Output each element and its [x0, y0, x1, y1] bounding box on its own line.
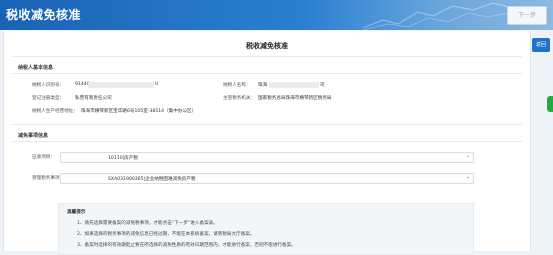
- side-tab[interactable]: [547, 96, 553, 112]
- divider: [12, 73, 522, 74]
- tip-item: 2、如果选择的税务事项的减免信息已经过期，不能在本系统备案，请到税局大厅备案。: [77, 232, 255, 237]
- address-label: 纳税人生产经营地址：: [32, 109, 78, 114]
- chevron-down-icon: ⌄: [465, 174, 470, 180]
- divider: [12, 141, 522, 142]
- redacted-mask: [269, 82, 319, 88]
- tax-item-selected: 10110|房产税: [108, 155, 138, 161]
- taxpayer-name-suffix: 司: [320, 83, 325, 88]
- reg-type-label: 登记注册类型：: [32, 96, 65, 101]
- tip-item: 3、备案时选择的有效期起止要在所选择的减免性质的有效日期范围内，才能进行备案，否…: [77, 243, 296, 248]
- chevron-down-icon: ⌄: [465, 153, 470, 159]
- tip-item: 1、请先选择需要备案的减免税事项，才能点击“下一步”进入备案表。: [77, 221, 218, 226]
- redacted-mask: [88, 82, 154, 88]
- taxpayer-name-label: 纳税人名称：: [223, 83, 251, 88]
- divider: [12, 124, 522, 125]
- back-button[interactable]: 返回: [532, 38, 550, 52]
- taxpayer-name-prefix: 珠海: [258, 83, 268, 88]
- great-wall-decoration: [363, 2, 513, 30]
- basic-info-section-title: 纳税人基本信息: [18, 65, 54, 71]
- tax-item-select[interactable]: 10110|房产税 ⌄: [60, 152, 474, 163]
- main-panel: 税收减免核准 纳税人基本信息 纳税人识别号： 91440 U 纳税人名称： 珠海…: [3, 31, 531, 255]
- taxpayer-id-label: 纳税人识别号：: [32, 83, 65, 88]
- reduction-info-section-title: 减免事项信息: [18, 133, 49, 139]
- tax-item-label: 征收项目：: [32, 155, 55, 160]
- next-step-button[interactable]: 下一步: [507, 6, 547, 25]
- tips-title: 温馨提示: [67, 210, 86, 215]
- authority-value: 国家税务总局珠海市横琴新区税务局: [258, 96, 332, 101]
- taxpayer-id-suffix: U: [155, 82, 159, 87]
- app-header: 税收减免核准 下一步: [0, 0, 553, 30]
- authority-label: 主管税务机关：: [223, 96, 256, 101]
- tips-box: 温馨提示 1、请先选择需要备案的减免税事项，才能点击“下一步”进入备案表。 2、…: [58, 203, 474, 255]
- reg-type-value: 私营有限责任公司: [75, 96, 112, 101]
- page-title: 税收减免核准: [246, 42, 288, 50]
- matter-selected: SXA031900365|企业纳税困难减免房产税: [108, 176, 196, 182]
- matter-select[interactable]: SXA031900365|企业纳税困难减免房产税 ⌄: [60, 173, 474, 184]
- address-value: 珠海市横琴新区宝华路6号105室-38514（集中办公区）: [81, 109, 197, 114]
- divider: [12, 56, 522, 57]
- app-title: 税收减免核准: [6, 8, 82, 22]
